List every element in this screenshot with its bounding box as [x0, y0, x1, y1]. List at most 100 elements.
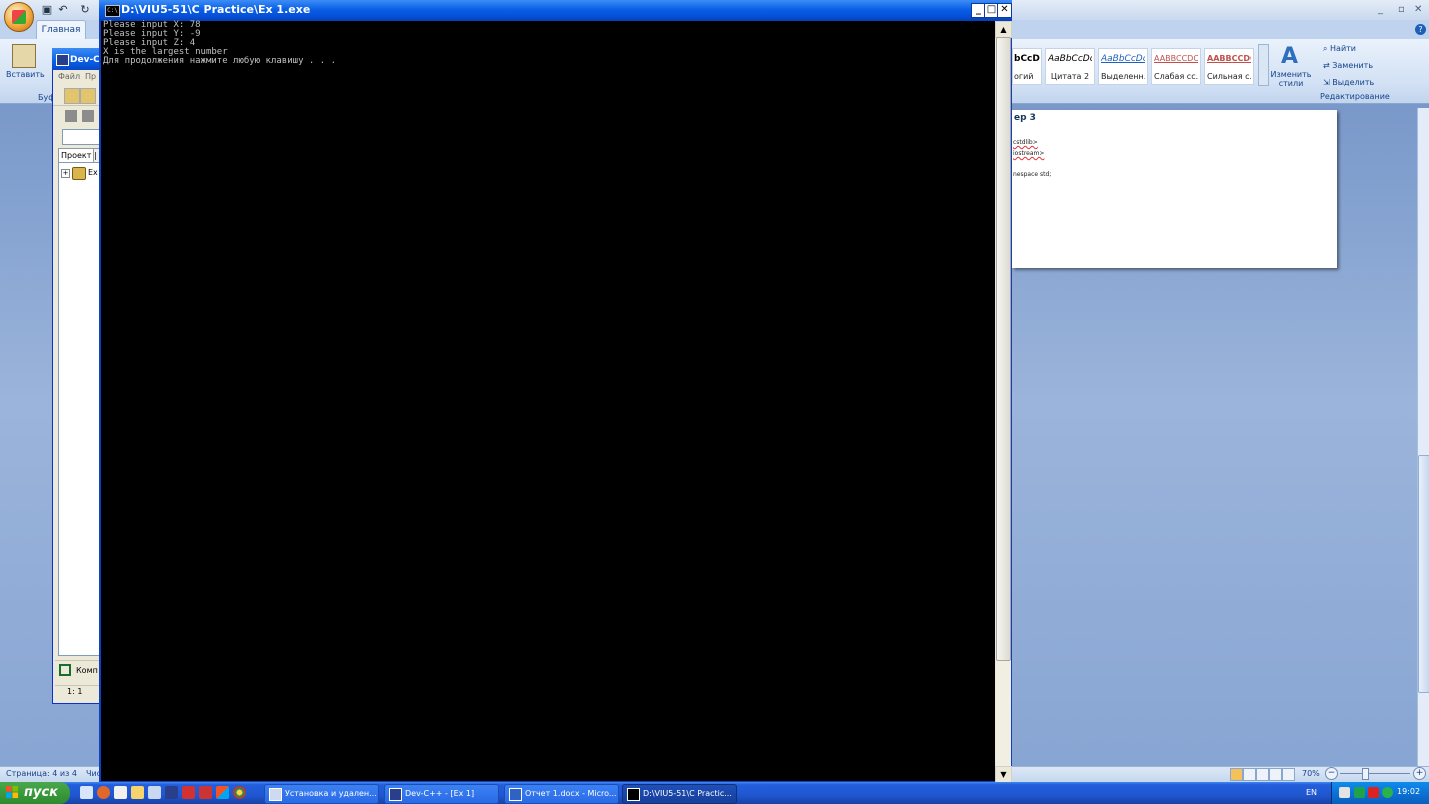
redo-icon[interactable]: ↻: [78, 3, 92, 16]
console-close-button[interactable]: ✕: [997, 3, 1012, 18]
devcpp-icon: [389, 788, 402, 801]
zoom-level[interactable]: 70%: [1302, 769, 1320, 778]
word-minimize-button[interactable]: _: [1378, 4, 1383, 15]
network-icon[interactable]: [1339, 787, 1350, 798]
new-project-icon[interactable]: [64, 88, 80, 104]
console-line: Please input Y: -9: [103, 29, 201, 39]
console-icon: [627, 788, 640, 801]
console-body[interactable]: [101, 21, 995, 781]
tool-icon[interactable]: [148, 786, 161, 799]
taskbar-button-console[interactable]: D:\VIU5-51\C Practic...: [622, 784, 737, 804]
console-icon[interactable]: C:\: [105, 5, 120, 17]
replace-button[interactable]: ⇄ Заменить: [1323, 61, 1373, 70]
style-tile-3[interactable]: AaBbCcDc Выделенн...: [1098, 48, 1148, 85]
style-name: Цитата 2: [1050, 72, 1090, 81]
taskbar-button-uninstall[interactable]: Установка и удален...: [264, 784, 379, 804]
word-maximize-button[interactable]: ▫: [1398, 4, 1405, 15]
devcpp-launch-icon[interactable]: [165, 786, 178, 799]
browser-icon[interactable]: [97, 786, 110, 799]
compiler-icon: [59, 664, 71, 676]
compiler-tab-label[interactable]: Комп: [76, 666, 98, 675]
scroll-down-arrow-icon[interactable]: ▼: [995, 766, 1012, 783]
style-sample: AaBbCcDc: [1207, 54, 1251, 63]
document-line: nespace std;: [1013, 171, 1052, 178]
document-line: iostream>: [1013, 150, 1045, 157]
style-tile-5[interactable]: AaBbCcDc Сильная с...: [1204, 48, 1254, 85]
style-sample: bCcDc: [1014, 54, 1040, 64]
cursor-position: 1: 1: [67, 687, 83, 696]
change-styles-label: Изменить стили: [1270, 70, 1312, 88]
editing-group-label: Редактирование: [1320, 92, 1390, 101]
word-icon: [509, 788, 522, 801]
console-output: Please input X: 78 Please input Y: -9 Plea…: [103, 21, 993, 66]
console-scroll-thumb[interactable]: [996, 37, 1011, 661]
find-button[interactable]: ⌕ Найти: [1323, 44, 1356, 54]
show-desktop-icon[interactable]: [80, 786, 93, 799]
clock[interactable]: 19:02: [1397, 787, 1420, 796]
open-project-icon[interactable]: [80, 88, 96, 104]
language-indicator[interactable]: EN: [1306, 788, 1317, 797]
undo-icon[interactable]: ↶: [56, 3, 70, 16]
word-close-button[interactable]: ✕: [1414, 4, 1422, 15]
full-screen-view-button[interactable]: [1243, 768, 1256, 781]
project-tree[interactable]: [58, 162, 103, 656]
app-icon[interactable]: [199, 786, 212, 799]
taskbar-button-word[interactable]: Отчет 1.docx - Micro...: [504, 784, 619, 804]
outline-view-button[interactable]: [1269, 768, 1282, 781]
style-sample: AaBbCcDc: [1154, 54, 1198, 63]
media-icon[interactable]: [182, 786, 195, 799]
select-button[interactable]: ⇲ Выделить: [1323, 78, 1374, 87]
page-count-status[interactable]: Страница: 4 из 4: [6, 769, 77, 778]
windows-update-icon[interactable]: [216, 786, 229, 799]
taskbar-button-devcpp[interactable]: Dev-C++ - [Ex 1]: [384, 784, 499, 804]
sync-icon[interactable]: [1354, 787, 1365, 798]
zoom-in-button[interactable]: +: [1413, 767, 1426, 780]
style-tile-4[interactable]: AaBbCcDc Слабая сс...: [1151, 48, 1201, 85]
office-button[interactable]: [4, 2, 34, 32]
word-scroll-thumb[interactable]: [1418, 455, 1429, 693]
control-panel-icon: [269, 788, 282, 801]
draft-view-button[interactable]: [1282, 768, 1295, 781]
devcpp-class-combo[interactable]: [62, 129, 102, 145]
devcpp-app-icon: [56, 54, 69, 66]
style-name: Выделенн...: [1101, 72, 1145, 81]
print-layout-view-button[interactable]: [1230, 768, 1243, 781]
debug-view-icon[interactable]: [82, 110, 94, 122]
zoom-out-button[interactable]: −: [1325, 767, 1338, 780]
devcpp-title: Dev-C: [70, 55, 100, 65]
status-icon[interactable]: [1382, 787, 1393, 798]
paint-icon[interactable]: [131, 786, 144, 799]
style-tile-1[interactable]: bCcDc огий: [1012, 48, 1042, 85]
style-sample: AaBbCcDc: [1101, 54, 1145, 64]
document-heading: ер 3: [1014, 113, 1036, 123]
zoom-slider-track[interactable]: [1340, 773, 1410, 774]
paste-icon[interactable]: [12, 44, 36, 68]
help-icon[interactable]: ?: [1415, 24, 1426, 35]
tree-item-project[interactable]: Ex: [88, 168, 98, 177]
document-page[interactable]: [1012, 110, 1337, 268]
chrome-icon[interactable]: [233, 786, 246, 799]
tree-expand-icon[interactable]: +: [61, 169, 70, 178]
zoom-slider-thumb[interactable]: [1362, 768, 1369, 780]
style-tile-2[interactable]: AaBbCcDc Цитата 2: [1045, 48, 1095, 85]
console-line: Please input Z: 4: [103, 38, 196, 48]
style-sample: AaBbCcDc: [1048, 54, 1092, 64]
class-view-icon[interactable]: [65, 110, 77, 122]
change-styles-button[interactable]: A Изменить стили: [1268, 44, 1314, 90]
style-name: Сильная с...: [1207, 72, 1251, 81]
antivirus-icon[interactable]: [1368, 787, 1379, 798]
style-name: огий: [1014, 72, 1034, 81]
save-icon[interactable]: ▣: [40, 3, 54, 16]
start-label[interactable]: пуск: [24, 785, 58, 800]
menu-file[interactable]: Файл: [58, 72, 80, 81]
console-title: D:\VIU5-51\C Practice\Ex 1.exe: [121, 3, 311, 16]
project-icon: [72, 167, 86, 180]
tab-home[interactable]: Главная: [36, 20, 86, 40]
notepad-icon[interactable]: [114, 786, 127, 799]
scroll-up-arrow-icon[interactable]: ▲: [995, 21, 1012, 38]
styles-icon: A: [1281, 44, 1299, 69]
web-view-button[interactable]: [1256, 768, 1269, 781]
document-line: cstdlib>: [1013, 139, 1038, 146]
menu-project[interactable]: Пр: [85, 72, 96, 81]
paste-button-label[interactable]: Вставить: [6, 70, 45, 79]
